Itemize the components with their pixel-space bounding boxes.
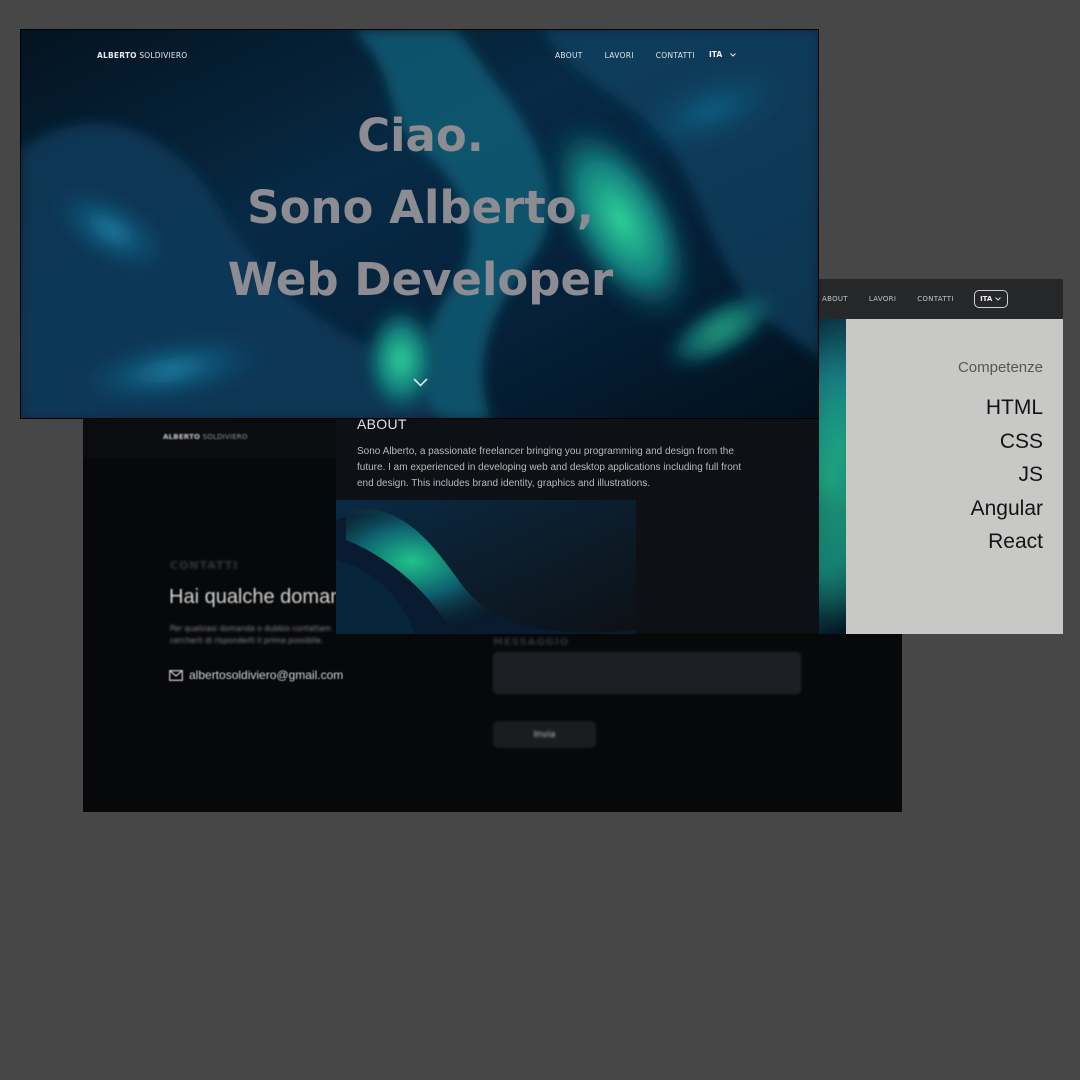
about-text: Sono Alberto, a passionate freelancer br… xyxy=(357,446,742,489)
chevron-down-icon xyxy=(730,52,736,57)
contact-eyebrow: CONTATTI xyxy=(170,559,239,572)
skills-card-navbar: ABOUT LAVORI CONTATTI ITA xyxy=(819,279,1063,319)
skill-item: JS xyxy=(1018,463,1043,486)
contact-page-brand[interactable]: ALBERTO SOLDIVIERO xyxy=(163,433,248,441)
hero-nav-menu: ABOUT LAVORI CONTATTI xyxy=(555,51,695,60)
send-button[interactable]: Invia xyxy=(493,721,596,748)
hero-title-line: Sono Alberto, xyxy=(247,181,594,234)
skill-item: CSS xyxy=(999,429,1043,453)
language-label: ITA xyxy=(980,295,993,303)
language-selector[interactable]: ITA xyxy=(973,290,1008,308)
hero-navbar: ALBERTO SOLDIVIERO ABOUT LAVORI CONTATTI… xyxy=(21,30,818,80)
chevron-down-icon xyxy=(413,378,428,387)
about-wave-decoration xyxy=(336,500,636,634)
chevron-down-icon xyxy=(995,297,1002,301)
hero-section-preview: ALBERTO SOLDIVIERO ABOUT LAVORI CONTATTI… xyxy=(20,29,819,419)
hero-title: Ciao. Sono Alberto, Web Developer xyxy=(21,100,818,316)
contact-email-text: albertosoldiviero@gmail.com xyxy=(189,668,344,682)
nav-link-contatti[interactable]: CONTATTI xyxy=(656,51,695,60)
skill-item: HTML xyxy=(985,396,1043,419)
message-textarea[interactable] xyxy=(493,652,801,694)
mail-icon xyxy=(169,669,183,681)
skills-heading: Competenze xyxy=(957,359,1043,376)
hero-title-line: Ciao. xyxy=(357,109,484,162)
nav-link-contatti[interactable]: CONTATTI xyxy=(917,295,954,303)
message-label: MESSAGGIO xyxy=(493,637,570,648)
contact-email-link[interactable]: albertosoldiviero@gmail.com xyxy=(169,668,343,682)
brand-last-name: SOLDIVIERO xyxy=(200,433,248,441)
contact-title: Hai qualche doman xyxy=(169,586,342,608)
skills-card-wave-strip xyxy=(819,319,846,634)
contact-description: Per qualsiasi domanda o dubbio contattam… xyxy=(170,624,332,645)
nav-link-lavori[interactable]: LAVORI xyxy=(605,51,634,60)
scroll-down-button[interactable] xyxy=(413,372,428,391)
hero-title-line: Web Developer xyxy=(227,253,614,306)
brand-first-name: ALBERTO xyxy=(97,51,137,60)
skills-card-preview: ABOUT LAVORI CONTATTI ITA Competenze HTM… xyxy=(819,279,1063,634)
brand-first-name: ALBERTO xyxy=(163,433,201,441)
skill-item: React xyxy=(988,530,1043,553)
language-selector[interactable]: ITA xyxy=(709,50,736,59)
skill-item: Angular xyxy=(970,496,1043,520)
nav-link-lavori[interactable]: LAVORI xyxy=(869,295,896,303)
nav-link-about[interactable]: ABOUT xyxy=(822,295,848,303)
brand-last-name: SOLDIVIERO xyxy=(136,51,188,60)
brand-logo[interactable]: ALBERTO SOLDIVIERO xyxy=(97,51,187,60)
language-label: ITA xyxy=(709,50,723,59)
skills-panel: Competenze HTML CSS JS Angular React xyxy=(846,319,1063,634)
skills-list: HTML CSS JS Angular React xyxy=(971,391,1043,559)
nav-link-about[interactable]: ABOUT xyxy=(555,51,583,60)
